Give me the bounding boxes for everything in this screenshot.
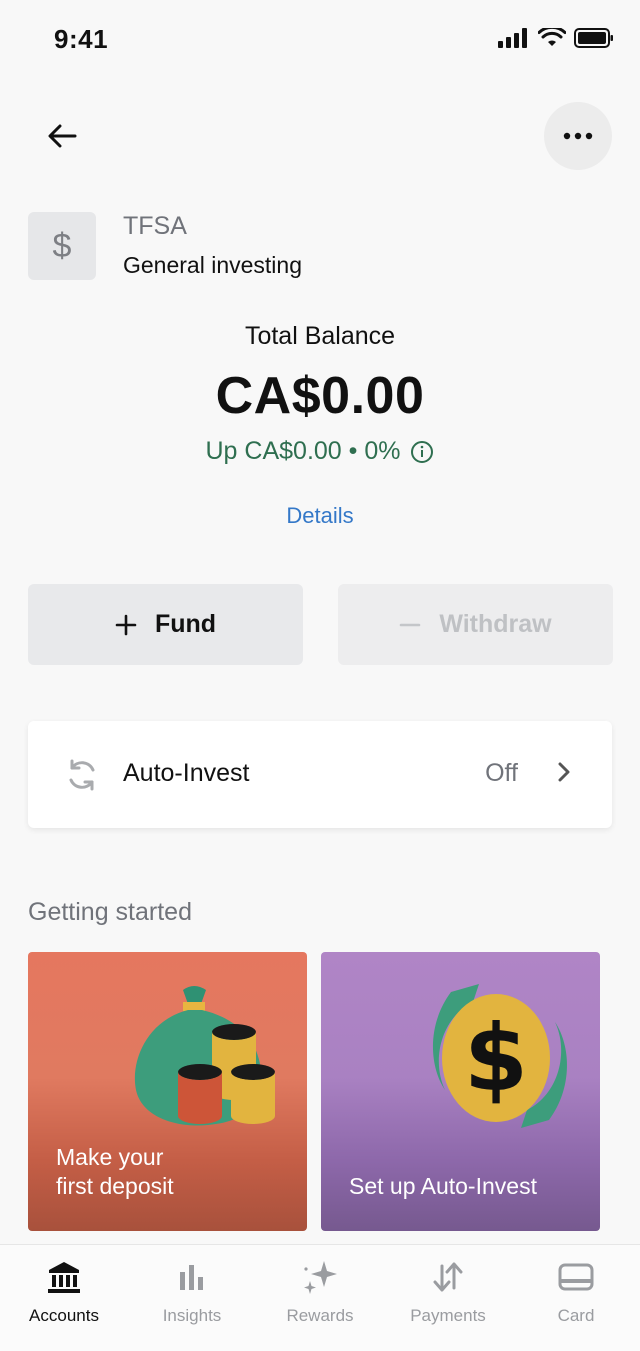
- back-button[interactable]: [40, 114, 84, 158]
- card-icon: [558, 1263, 594, 1291]
- balance-label: Total Balance: [244, 322, 396, 350]
- tab-insights-label: Insights: [162, 1306, 222, 1325]
- account-name: General investing: [123, 252, 302, 278]
- bottom-tab-bar: Accounts Insights Rewards Payments Card: [0, 1244, 640, 1351]
- getting-started-title: Getting started: [28, 898, 192, 926]
- more-dots-icon: [563, 132, 593, 140]
- tab-payments-label: Payments: [410, 1306, 486, 1325]
- tab-card[interactable]: Card: [512, 1245, 640, 1351]
- balance-change: Up CA$0.00 • 0%: [0, 437, 640, 466]
- status-icons: [498, 28, 614, 48]
- tab-payments[interactable]: Payments: [384, 1245, 512, 1351]
- account-icon: $: [28, 212, 96, 280]
- sparkle-icon: [304, 1261, 337, 1294]
- tab-accounts[interactable]: Accounts: [0, 1245, 128, 1351]
- money-bag-coins-icon: [134, 986, 275, 1126]
- first-deposit-label: Make your first deposit: [56, 1143, 174, 1201]
- first-deposit-line1: Make your: [56, 1144, 164, 1170]
- plus-icon: [115, 614, 137, 635]
- tab-rewards-label: Rewards: [286, 1306, 354, 1325]
- withdraw-label: Withdraw: [439, 610, 552, 638]
- svg-text:$: $: [464, 1005, 528, 1112]
- tab-card-label: Card: [557, 1306, 595, 1325]
- wifi-icon: [538, 28, 566, 46]
- first-deposit-line2: first deposit: [56, 1173, 174, 1199]
- refresh-cycle-icon: [69, 759, 95, 791]
- cellular-signal-icon: [498, 28, 527, 48]
- more-options-button[interactable]: [544, 102, 612, 170]
- fund-button[interactable]: Fund: [28, 584, 303, 665]
- auto-invest-row[interactable]: Auto-Invest Off: [28, 721, 612, 828]
- setup-auto-invest-label: Set up Auto-Invest: [349, 1173, 537, 1199]
- battery-icon: [574, 28, 613, 48]
- minus-icon: [400, 623, 421, 626]
- info-icon[interactable]: [410, 440, 434, 464]
- chevron-right-icon: [558, 762, 570, 782]
- fund-label: Fund: [154, 610, 217, 638]
- recurring-dollar-icon: $: [432, 984, 568, 1128]
- bank-icon: [48, 1262, 80, 1293]
- first-deposit-tile[interactable]: Make your first deposit: [28, 952, 307, 1231]
- tab-insights[interactable]: Insights: [128, 1245, 256, 1351]
- transfer-arrows-icon: [433, 1262, 463, 1292]
- balance-change-text: Up CA$0.00 • 0%: [205, 437, 401, 465]
- dollar-icon: $: [52, 226, 72, 265]
- back-arrow-icon: [48, 124, 77, 148]
- bar-chart-icon: [180, 1265, 203, 1290]
- setup-auto-invest-tile[interactable]: $ Set up Auto-Invest: [321, 952, 600, 1231]
- details-link[interactable]: Details: [0, 503, 640, 529]
- balance-amount: CA$0.00: [215, 367, 425, 425]
- auto-invest-label: Auto-Invest: [123, 759, 250, 787]
- tab-rewards[interactable]: Rewards: [256, 1245, 384, 1351]
- account-type: TFSA: [123, 212, 187, 240]
- tab-accounts-label: Accounts: [29, 1306, 99, 1325]
- auto-invest-status: Off: [485, 759, 518, 787]
- withdraw-button[interactable]: Withdraw: [338, 584, 613, 665]
- status-bar: 9:41: [0, 0, 640, 80]
- status-time: 9:41: [54, 24, 109, 54]
